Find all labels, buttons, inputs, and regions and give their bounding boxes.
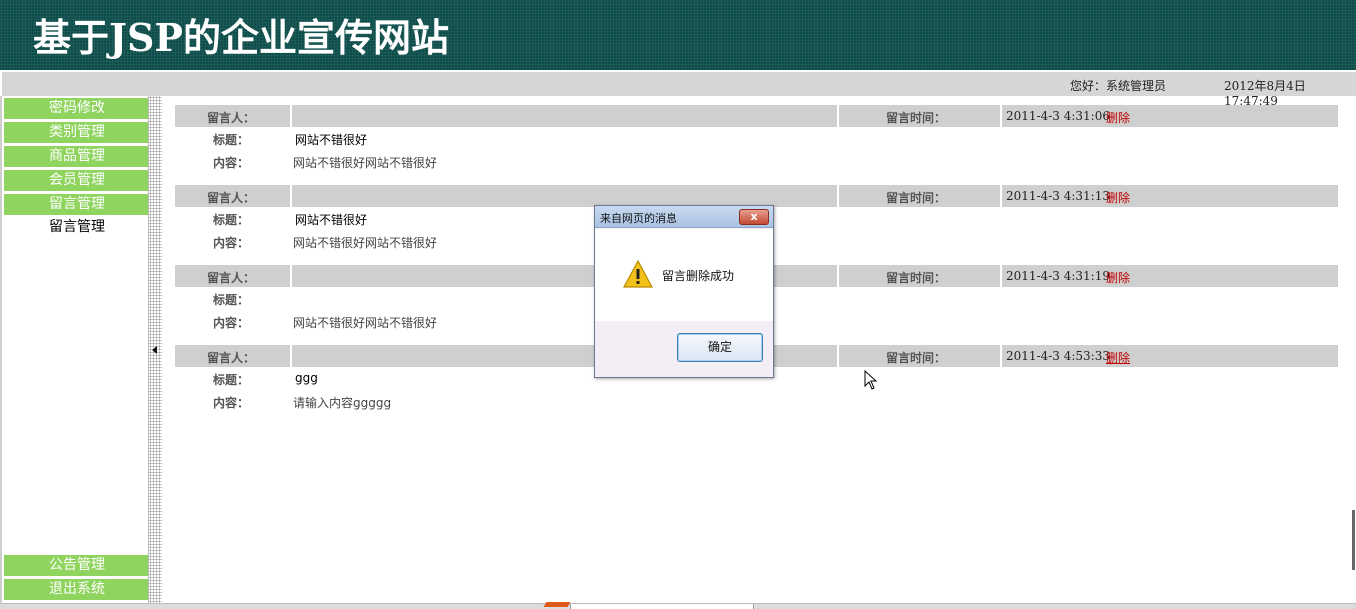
author-value-cell bbox=[292, 105, 837, 127]
time-label: 留言时间： bbox=[886, 351, 947, 365]
status-bar: 您好：系统管理员 2012年8月4日 17:47:49 bbox=[2, 72, 1356, 108]
delete-link[interactable]: 删除 bbox=[1106, 109, 1130, 126]
nav-item-logout[interactable]: 退出系统 bbox=[4, 579, 150, 600]
message-content: 网站不错很好网站不错很好 bbox=[293, 156, 438, 170]
message-time: 2011-4-3 4:31:13 bbox=[1006, 189, 1110, 203]
author-label: 留言人： bbox=[207, 191, 256, 205]
nav-subitem-message[interactable]: 留言管理 bbox=[4, 217, 150, 238]
site-header: 基于JSP的企业宣传网站 bbox=[0, 0, 1356, 70]
dialog-body: 留言删除成功 bbox=[595, 229, 773, 321]
author-label: 留言人： bbox=[207, 271, 256, 285]
left-nav: 密码修改 类别管理 商品管理 会员管理 留言管理 留言管理 公告管理 退出系统 bbox=[0, 96, 150, 609]
delete-link[interactable]: 删除 bbox=[1106, 189, 1130, 206]
taskbar-mark bbox=[543, 602, 571, 607]
alert-dialog: 来自网页的消息 x 留言删除成功 确定 bbox=[594, 205, 774, 378]
dialog-ok-button[interactable]: 确定 bbox=[677, 333, 763, 362]
message-content: 请输入内容ggggg bbox=[293, 396, 392, 410]
nav-item-message[interactable]: 留言管理 bbox=[4, 194, 150, 215]
author-value-cell bbox=[292, 185, 837, 207]
bottom-field bbox=[570, 604, 754, 609]
title-label: 标题： bbox=[213, 133, 250, 147]
time-label: 留言时间： bbox=[886, 191, 947, 205]
message-title: 网站不错很好 bbox=[295, 133, 368, 147]
warning-icon bbox=[623, 260, 653, 288]
delete-link[interactable]: 删除 bbox=[1106, 269, 1130, 286]
title-label: 标题： bbox=[213, 293, 250, 307]
author-label: 留言人： bbox=[207, 351, 256, 365]
message-time: 2011-4-3 4:31:06 bbox=[1006, 109, 1110, 123]
time-label: 留言时间： bbox=[886, 111, 947, 125]
dialog-titlebar[interactable]: 来自网页的消息 x bbox=[595, 206, 773, 228]
scrollbar-edge[interactable] bbox=[1352, 510, 1355, 570]
nav-item-notice[interactable]: 公告管理 bbox=[4, 555, 150, 576]
user-greeting: 您好：系统管理员 bbox=[1070, 79, 1167, 93]
delete-link[interactable]: 删除 bbox=[1106, 349, 1130, 366]
dialog-close-button[interactable]: x bbox=[739, 209, 769, 225]
dialog-title: 来自网页的消息 bbox=[600, 212, 677, 225]
content-label: 内容： bbox=[213, 316, 250, 330]
title-label: 标题： bbox=[213, 213, 250, 227]
message-title: ggg bbox=[295, 371, 318, 385]
collapse-arrow-icon[interactable] bbox=[152, 346, 157, 354]
message-time: 2011-4-3 4:31:19 bbox=[1006, 269, 1110, 283]
dialog-message: 留言删除成功 bbox=[662, 269, 735, 283]
message-header-bar: 留言人： 留言时间： 2011-4-3 4:31:13 删除 bbox=[175, 185, 1338, 207]
author-label: 留言人： bbox=[207, 111, 256, 125]
message-item: 留言人： 留言时间： 2011-4-3 4:31:06 删除 标题： 网站不错很… bbox=[175, 105, 1338, 175]
content-label: 内容： bbox=[213, 396, 250, 410]
content-label: 内容： bbox=[213, 236, 250, 250]
message-time: 2011-4-3 4:53:33 bbox=[1006, 349, 1110, 363]
nav-item-product[interactable]: 商品管理 bbox=[4, 146, 150, 167]
content-label: 内容： bbox=[213, 156, 250, 170]
site-title: 基于JSP的企业宣传网站 bbox=[33, 15, 449, 60]
time-label: 留言时间： bbox=[886, 271, 947, 285]
message-title: 网站不错很好 bbox=[295, 213, 368, 227]
current-datetime: 2012年8月4日 17:47:49 bbox=[1224, 79, 1306, 108]
nav-item-member[interactable]: 会员管理 bbox=[4, 170, 150, 191]
mouse-cursor-icon bbox=[864, 370, 878, 390]
message-content: 网站不错很好网站不错很好 bbox=[293, 236, 438, 250]
nav-item-password[interactable]: 密码修改 bbox=[4, 98, 150, 119]
message-content: 网站不错很好网站不错很好 bbox=[293, 316, 438, 330]
message-header-bar: 留言人： 留言时间： 2011-4-3 4:31:06 删除 bbox=[175, 105, 1338, 127]
nav-item-category[interactable]: 类别管理 bbox=[4, 122, 150, 143]
title-label: 标题： bbox=[213, 373, 250, 387]
